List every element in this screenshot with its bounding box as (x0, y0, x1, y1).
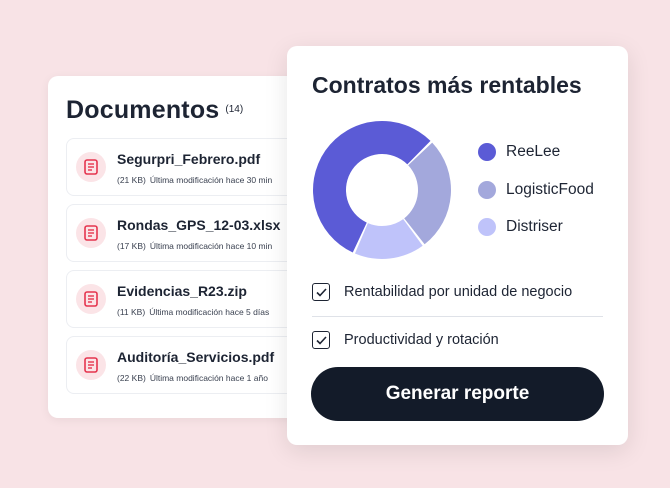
document-size: (21 KB) (117, 175, 146, 185)
checkbox-checked[interactable] (312, 283, 330, 301)
legend-item: Distriser (478, 217, 594, 237)
document-meta: (17 KB) Última modificación hace 10 min (117, 241, 272, 251)
chart-legend: ReeLee LogisticFood Distriser (478, 142, 594, 255)
legend-dot (478, 143, 496, 161)
documents-card: Documentos (14) Segurpri_Febrero.pdf (21… (48, 76, 310, 418)
document-item[interactable]: Auditoría_Servicios.pdf (22 KB) Última mo… (66, 336, 310, 394)
document-item[interactable]: Evidencias_R23.zip (11 KB) Última modific… (66, 270, 310, 328)
documents-title: Documentos (66, 96, 220, 124)
legend-item: ReeLee (478, 142, 594, 162)
legend-dot (478, 180, 496, 199)
legend-dot (478, 218, 496, 236)
document-icon (76, 284, 106, 314)
option-productividad[interactable]: Productividad y rotación (312, 331, 499, 349)
document-modified: Última modificación hace 10 min (149, 241, 273, 251)
document-size: (22 KB) (117, 373, 146, 383)
generate-report-button[interactable]: Generar reporte (311, 367, 604, 421)
report-card: Contratos más rentables ReeLee LogisticF… (287, 46, 628, 445)
document-item[interactable]: Segurpri_Febrero.pdf (21 KB) Última modif… (66, 138, 310, 196)
document-name: Auditoría_Servicios.pdf (117, 349, 275, 365)
document-icon (76, 218, 106, 248)
document-meta: (21 KB) Última modificación hace 30 min (117, 175, 272, 185)
option-label: Productividad y rotación (344, 332, 499, 348)
legend-item: LogisticFood (478, 180, 594, 200)
check-icon (315, 335, 327, 345)
documents-header: Documentos (14) (66, 96, 243, 125)
report-title: Contratos más rentables (312, 72, 582, 98)
document-modified: Última modificación hace 30 min (149, 175, 273, 185)
document-size: (17 KB) (117, 241, 146, 251)
document-name: Segurpri_Febrero.pdf (117, 151, 261, 167)
document-modified: Última modificación hace 1 año (149, 373, 268, 383)
checkbox-checked[interactable] (312, 331, 330, 349)
option-rentabilidad[interactable]: Rentabilidad por unidad de negocio (312, 283, 572, 301)
document-item[interactable]: Rondas_GPS_12-03.xlsx (17 KB) Última modi… (66, 204, 310, 262)
legend-label: LogisticFood (506, 180, 594, 198)
document-list: Segurpri_Febrero.pdf (21 KB) Última modif… (66, 138, 310, 402)
legend-label: Distriser (506, 218, 563, 235)
document-meta: (11 KB) Última modificación hace 5 días (117, 307, 269, 317)
document-meta: (22 KB) Última modificación hace 1 año (117, 373, 268, 383)
document-name: Rondas_GPS_12-03.xlsx (117, 217, 281, 233)
document-icon (76, 350, 106, 380)
divider (312, 316, 603, 317)
check-icon (315, 287, 327, 297)
donut-chart (313, 121, 451, 259)
legend-label: ReeLee (506, 143, 561, 160)
documents-count: (14) (225, 104, 244, 115)
document-name: Evidencias_R23.zip (117, 283, 247, 299)
option-label: Rentabilidad por unidad de negocio (344, 284, 573, 300)
document-icon (76, 152, 106, 182)
document-modified: Última modificación hace 5 días (149, 307, 270, 317)
document-size: (11 KB) (117, 307, 146, 317)
